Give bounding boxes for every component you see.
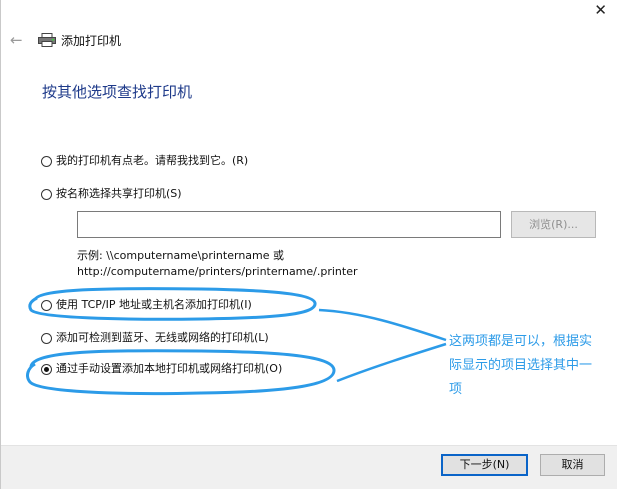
radio-tcpip[interactable] [41,299,52,311]
option-old-printer-label: 我的打印机有点老。请帮我找到它。(R) [56,154,249,167]
radio-manual-local[interactable] [41,363,52,375]
annotation-arrow-lower [336,342,447,383]
next-button[interactable]: 下一步(N) [441,454,528,476]
browse-button[interactable]: 浏览(R)... [511,211,596,238]
option-detectable-label: 添加可检测到蓝牙、无线或网络的打印机(L) [56,331,269,344]
option-manual-local[interactable]: 通过手动设置添加本地打印机或网络打印机(O) [41,361,282,377]
title-bar: ← 添加打印机 [1,28,617,54]
option-old-printer[interactable]: 我的打印机有点老。请帮我找到它。(R) [41,153,248,169]
window-title: 添加打印机 [61,34,122,48]
radio-old-printer[interactable] [41,155,52,167]
option-shared-printer-label: 按名称选择共享打印机(S) [56,187,182,200]
path-example-line2: http://computername/printers/printername… [77,265,358,278]
option-manual-local-label: 通过手动设置添加本地打印机或网络打印机(O) [56,362,283,375]
radio-shared-printer[interactable] [41,188,52,200]
back-arrow-icon[interactable]: ← [10,32,23,48]
add-printer-dialog: ✕ ← 添加打印机 按其他选项查找打印机 我的打印机有点老。请帮我找到它。(R)… [0,0,617,489]
page-title: 按其他选项查找打印机 [42,83,193,101]
option-shared-printer[interactable]: 按名称选择共享打印机(S) [41,186,182,202]
annotation-note: 这两项都是可以，根据实际显示的项目选择其中一项 [449,334,593,397]
printer-icon [38,33,56,47]
annotation-arrow-upper [318,308,447,342]
path-example-line1: 示例: \\computername\printername 或 [77,249,285,262]
close-icon[interactable]: ✕ [594,2,607,18]
path-example-text: 示例: \\computername\printername 或 http://… [77,248,358,280]
dialog-footer: 下一步(N) 取消 [1,445,617,489]
printer-path-input[interactable] [77,211,501,238]
option-detectable[interactable]: 添加可检测到蓝牙、无线或网络的打印机(L) [41,330,269,346]
radio-detectable[interactable] [41,332,52,344]
option-tcpip[interactable]: 使用 TCP/IP 地址或主机名添加打印机(I) [41,297,252,313]
annotation-overlay [26,287,447,396]
cancel-button[interactable]: 取消 [540,454,605,476]
option-tcpip-label: 使用 TCP/IP 地址或主机名添加打印机(I) [56,298,252,311]
